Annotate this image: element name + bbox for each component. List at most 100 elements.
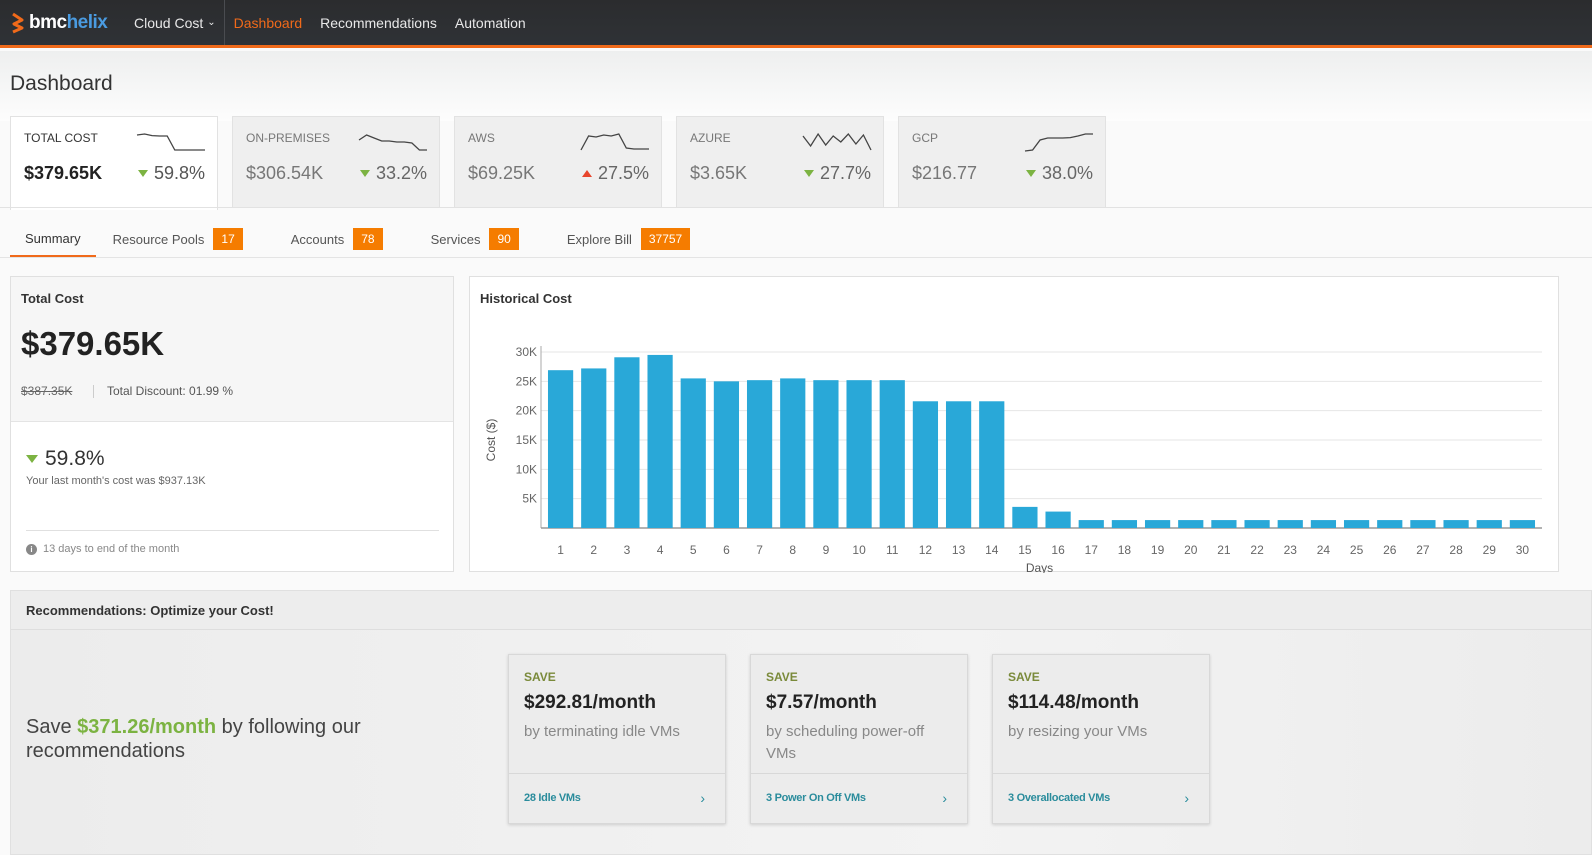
kpi-change: 38.0% (1025, 163, 1093, 184)
x-tick-label: 24 (1317, 543, 1331, 557)
kpi-label: GCP (912, 131, 939, 145)
tab-accounts[interactable]: Accounts 78 (276, 222, 398, 256)
nav-dashboard[interactable]: Dashboard (225, 0, 312, 45)
x-tick-label: 20 (1184, 543, 1198, 557)
rec-card-resize-vms: SAVE $114.48/month by resizing your VMs … (992, 654, 1210, 824)
chevron-right-icon[interactable]: › (1184, 790, 1189, 806)
trend-down-icon (137, 170, 148, 177)
bar-day-25 (1343, 520, 1370, 528)
product-switcher[interactable]: Cloud Cost ⌄ (134, 0, 225, 45)
tab-resource-pools[interactable]: Resource Pools 17 (98, 222, 258, 256)
sparkline (136, 133, 205, 151)
y-tick-label: 10K (516, 462, 537, 476)
idle-vms-link[interactable]: 28 Idle VMs (524, 792, 581, 804)
panel-title: Total Cost (21, 291, 84, 306)
rec-card-link-row[interactable]: 3 Overallocated VMs › (993, 773, 1209, 825)
x-tick-label: 12 (919, 543, 933, 557)
bar-day-30 (1509, 520, 1536, 528)
kpi-tile-aws[interactable]: AWS $69.25K 27.5% (454, 116, 662, 208)
bar-day-22 (1244, 520, 1270, 528)
savings-description: by resizing your VMs (1008, 723, 1148, 740)
total-cost-summary: Total Cost $379.65K $387.35K Total Disco… (11, 277, 453, 422)
kpi-tile-gcp[interactable]: GCP $216.77 38.0% (898, 116, 1106, 208)
tabs-divider (0, 257, 1592, 258)
recommendations-title: Recommendations: Optimize your Cost! (26, 603, 274, 618)
y-tick-label: 25K (516, 374, 537, 388)
days-remaining-text: 13 days to end of the month (43, 543, 180, 555)
x-tick-label: 13 (952, 543, 966, 557)
recommendations-header: Recommendations: Optimize your Cost! (11, 591, 1591, 630)
bar-day-27 (1410, 520, 1436, 528)
overallocated-vms-link[interactable]: 3 Overallocated VMs (1008, 792, 1110, 804)
kpi-label: ON-PREMISES (246, 131, 331, 145)
logo-text-bmc: bmc (29, 11, 67, 33)
nav-recommendations[interactable]: Recommendations (311, 0, 446, 45)
trend-down-icon (359, 170, 370, 177)
x-tick-label: 25 (1350, 543, 1364, 557)
x-tick-label: 15 (1018, 543, 1032, 557)
bar-day-29 (1476, 520, 1502, 528)
bar-day-7 (746, 380, 773, 528)
bar-day-11 (879, 380, 905, 528)
chevron-right-icon[interactable]: › (942, 790, 947, 806)
bar-day-16 (1045, 511, 1071, 528)
x-tick-label: 11 (886, 543, 899, 557)
tab-label: Explore Bill (566, 231, 632, 247)
trend-up-icon (581, 170, 592, 177)
x-tick-label: 2 (590, 543, 597, 557)
tab-explore-bill[interactable]: Explore Bill 37757 (552, 222, 705, 256)
trend-down-icon (26, 455, 38, 463)
kpi-divider (0, 207, 1592, 208)
x-tick-label: 3 (624, 543, 631, 557)
bar-day-18 (1111, 520, 1138, 528)
tab-label: Services (430, 231, 481, 247)
days-remaining: i 13 days to end of the month (26, 543, 179, 555)
total-discount: Total Discount: 01.99 % (107, 384, 234, 398)
savings-description: by terminating idle VMs (524, 723, 680, 740)
kpi-value: $379.65K (24, 163, 103, 183)
total-cost-value: $379.65K (21, 325, 165, 362)
kpi-value: $69.25K (468, 163, 536, 183)
tab-services[interactable]: Services 90 (416, 222, 534, 256)
cost-change-value: 59.8% (45, 447, 105, 470)
bar-day-10 (846, 380, 872, 528)
dashboard-tabs: Summary Resource Pools 17 Accounts 78 Se… (10, 222, 723, 258)
last-month-cost: Your last month's cost was $937.13K (26, 475, 206, 487)
rec-card-link-row[interactable]: 28 Idle VMs › (509, 773, 725, 825)
kpi-change-value: 38.0% (1041, 163, 1093, 183)
x-tick-label: 23 (1284, 543, 1298, 557)
x-tick-label: 14 (985, 543, 999, 557)
bmc-helix-logo[interactable]: bmc helix (0, 0, 134, 45)
power-on-off-vms-link[interactable]: 3 Power On Off VMs (766, 792, 866, 804)
rec-card-power-schedule: SAVE $7.57/month by scheduling power-off… (750, 654, 968, 824)
bar-day-23 (1277, 520, 1303, 528)
page-title: Dashboard (10, 72, 113, 95)
x-tick-label: 5 (690, 543, 697, 557)
trend-down-icon (803, 170, 814, 177)
tab-label: Summary (25, 231, 81, 246)
kpi-value: $216.77 (912, 163, 978, 183)
count-badge: 37757 (640, 228, 691, 250)
x-tick-label: 9 (823, 543, 830, 557)
kpi-change: 27.5% (581, 163, 649, 184)
tab-summary[interactable]: Summary (10, 222, 96, 258)
kpi-tile-on-premises[interactable]: ON-PREMISES $306.54K 33.2% (232, 116, 440, 208)
bar-day-19 (1144, 520, 1171, 528)
bar-day-28 (1443, 520, 1469, 528)
cost-change: 59.8% (26, 447, 105, 471)
bar-day-9 (813, 380, 839, 528)
historical-cost-chart: 5K10K15K20K25K30K1 2 3 4 5 6 7 8 9 10 11 12 13 14 15 16… (484, 345, 1542, 573)
kpi-label: AZURE (690, 131, 731, 145)
bar-day-15 (1012, 506, 1038, 528)
bar-day-21 (1211, 520, 1237, 528)
sparkline (802, 132, 872, 151)
total-savings-amount: $371.26/month (77, 716, 217, 738)
trend-down-icon (1025, 170, 1036, 177)
count-badge: 17 (213, 228, 243, 250)
savings-description: by scheduling power-off VMs (766, 723, 925, 762)
kpi-tile-azure[interactable]: AZURE $3.65K 27.7% (676, 116, 884, 208)
chevron-right-icon[interactable]: › (700, 790, 705, 806)
kpi-tile-total-cost[interactable]: TOTAL COST $379.65K 59.8% (10, 116, 218, 210)
nav-automation[interactable]: Automation (446, 0, 535, 45)
rec-card-link-row[interactable]: 3 Power On Off VMs › (751, 773, 967, 825)
